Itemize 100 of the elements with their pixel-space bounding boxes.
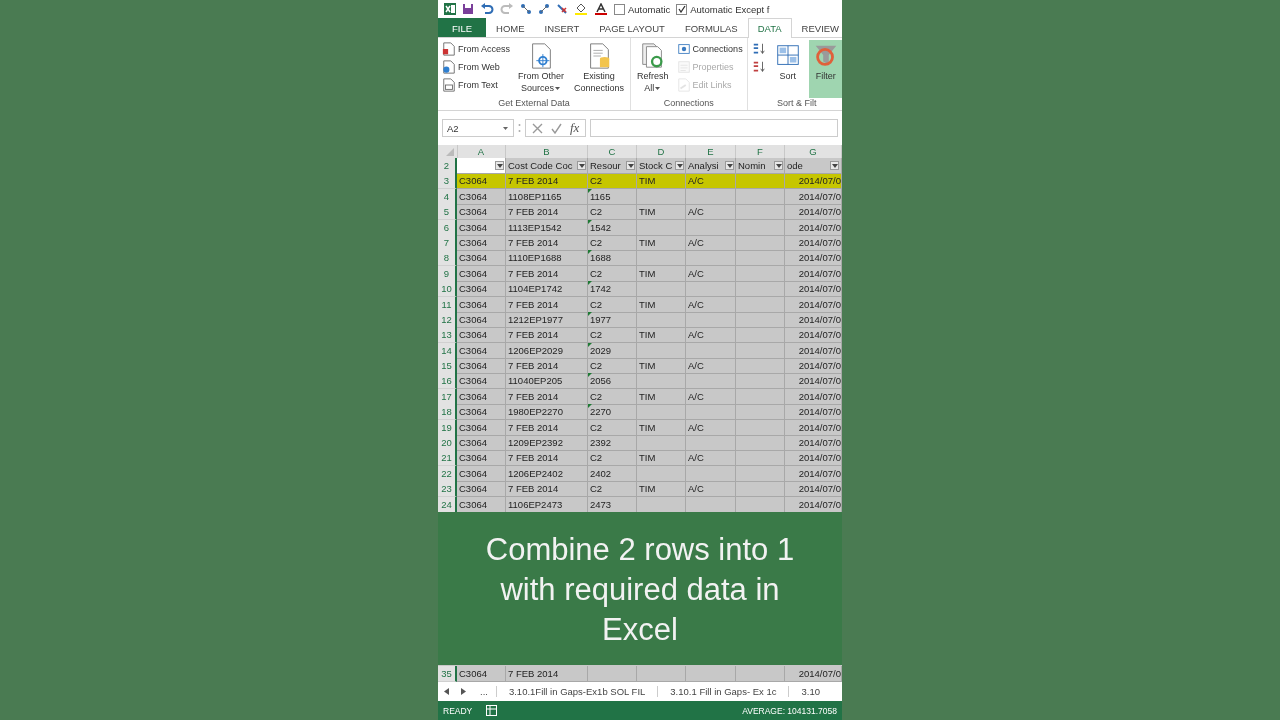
- table-cell: 11040EP205: [508, 375, 563, 387]
- filter-dropdown[interactable]: [577, 161, 586, 170]
- enter-icon[interactable]: [551, 122, 562, 134]
- ribbon-tab[interactable]: REVIEW: [791, 18, 850, 37]
- row-header[interactable]: 2: [438, 158, 457, 174]
- caret-icon: [502, 125, 509, 131]
- ribbon-button[interactable]: Connections: [675, 40, 744, 57]
- table-cell: A/C: [688, 390, 704, 402]
- sheet-tab[interactable]: 3.10.1Fill in Gaps-Ex1b SOL FIL: [495, 686, 658, 697]
- checkbox[interactable]: Automatic: [614, 3, 671, 15]
- table-cell: 2014/07/0: [798, 252, 841, 264]
- filter-dropdown[interactable]: [495, 161, 504, 170]
- sheet-tab[interactable]: 3.10: [788, 686, 832, 697]
- ribbon-tab[interactable]: HOME: [486, 18, 535, 37]
- group-label: Sort & Filt: [775, 98, 818, 110]
- checkbox[interactable]: Automatic Except f: [676, 3, 770, 15]
- table-cell: TIM: [639, 452, 656, 464]
- insert-function-button[interactable]: fx: [570, 120, 580, 136]
- table-cell: 2014/07/0: [798, 267, 841, 279]
- fill-color-icon[interactable]: [574, 3, 588, 15]
- table-cell: 7 FEB 2014: [508, 452, 559, 464]
- row-header[interactable]: 20: [438, 435, 457, 452]
- status-text: READY: [443, 705, 473, 716]
- filter-dropdown[interactable]: [675, 161, 684, 170]
- row-header[interactable]: 3: [438, 173, 457, 190]
- more-sheets-button[interactable]: ...: [472, 686, 496, 697]
- ribbon-button[interactable]: From Text: [441, 76, 511, 93]
- ribbon-button[interactable]: Existing Connections: [571, 40, 628, 98]
- properties-icon: [676, 59, 691, 74]
- status-summary: AVERAGE: 104131.7058: [742, 705, 837, 716]
- sort-descending-icon: [751, 59, 766, 74]
- row-header[interactable]: 16: [438, 373, 457, 390]
- ribbon-button[interactable]: From Other Sources: [515, 40, 568, 98]
- table-cell: 2014/07/0: [798, 390, 841, 402]
- table-cell: 2473: [590, 498, 612, 510]
- table-cell: 2014/07/0: [798, 313, 841, 325]
- table-cell: A/C: [688, 298, 704, 310]
- filter-dropdown[interactable]: [830, 161, 839, 170]
- table-header: ode: [787, 159, 803, 173]
- table-cell: 1206EP2029: [508, 344, 563, 356]
- table-cell: A/C: [688, 329, 704, 341]
- row-header[interactable]: 13: [438, 327, 457, 344]
- globe-document-icon: [442, 59, 456, 74]
- undo-icon[interactable]: [480, 3, 494, 15]
- table-cell: TIM: [639, 360, 656, 372]
- formula-input[interactable]: [590, 119, 838, 137]
- name-box[interactable]: A2: [442, 119, 514, 137]
- table-cell: 2014/07/0: [798, 452, 841, 464]
- ribbon-button[interactable]: Filter: [808, 40, 842, 98]
- row-header[interactable]: 15: [438, 358, 457, 375]
- cancel-icon[interactable]: [532, 122, 543, 134]
- save-icon[interactable]: [462, 3, 474, 15]
- filter-dropdown[interactable]: [774, 161, 783, 170]
- font-color-icon[interactable]: [594, 3, 608, 15]
- table-header: Resour: [590, 159, 621, 173]
- table-cell: C3064: [459, 236, 487, 248]
- ribbon-button[interactable]: Sort: [770, 40, 805, 98]
- sheet-tab[interactable]: 3.10.1 Fill in Gaps- Ex 1c: [657, 686, 789, 697]
- table-cell: A/C: [688, 175, 704, 187]
- filter-dropdown[interactable]: [626, 161, 635, 170]
- table-cell: TIM: [639, 175, 656, 187]
- filter-dropdown[interactable]: [725, 161, 734, 170]
- table-cell: A/C: [688, 421, 704, 433]
- table-cell: 1113EP1542: [508, 221, 562, 233]
- row-header[interactable]: 18: [438, 404, 457, 421]
- table-cell: 2014/07/0: [798, 667, 841, 679]
- table-cell: 2014/07/0: [798, 375, 841, 387]
- file-tab[interactable]: FILE: [438, 18, 487, 37]
- ribbon-button[interactable]: From Access: [441, 40, 511, 57]
- ribbon-tab[interactable]: FORMULAS: [674, 18, 748, 37]
- table-cell: 1209EP2392: [508, 437, 563, 449]
- sort-ascending-icon: [751, 41, 766, 56]
- table-cell: 7 FEB 2014: [508, 206, 559, 218]
- row-header[interactable]: 21: [438, 450, 457, 467]
- table-cell: A/C: [688, 483, 704, 495]
- row-header[interactable]: 10: [438, 281, 457, 298]
- table-cell: C3064: [459, 667, 487, 679]
- app-logo-icon[interactable]: [444, 3, 456, 15]
- table-cell: 7 FEB 2014: [508, 298, 559, 310]
- row-header[interactable]: 23: [438, 481, 457, 498]
- table-cell: C2: [590, 452, 603, 464]
- row-header[interactable]: 5: [438, 204, 457, 221]
- table-cell: 1212EP1977: [508, 313, 563, 325]
- ribbon-tab[interactable]: INSERT: [534, 18, 590, 37]
- table-cell: C3064: [459, 283, 487, 295]
- link-document-icon: [676, 77, 691, 92]
- ribbon-button[interactable]: Refresh All: [634, 40, 672, 98]
- table-cell: 2014/07/0: [798, 437, 841, 449]
- row-header[interactable]: 8: [438, 250, 457, 267]
- page-layout-icon[interactable]: [486, 705, 498, 716]
- table-cell: C3064: [459, 206, 487, 218]
- ribbon-tab[interactable]: DATA: [747, 18, 792, 38]
- ribbon-tab[interactable]: PAGE LAYOUT: [589, 18, 675, 37]
- table-cell: TIM: [639, 267, 656, 279]
- ribbon-button[interactable]: From Web: [441, 58, 511, 75]
- table-cell: C2: [590, 360, 603, 372]
- row-header[interactable]: 35: [438, 665, 457, 682]
- table-cell: 2056: [590, 375, 612, 387]
- table-cell: C2: [590, 390, 603, 402]
- table-cell: 2014/07/0: [798, 344, 841, 356]
